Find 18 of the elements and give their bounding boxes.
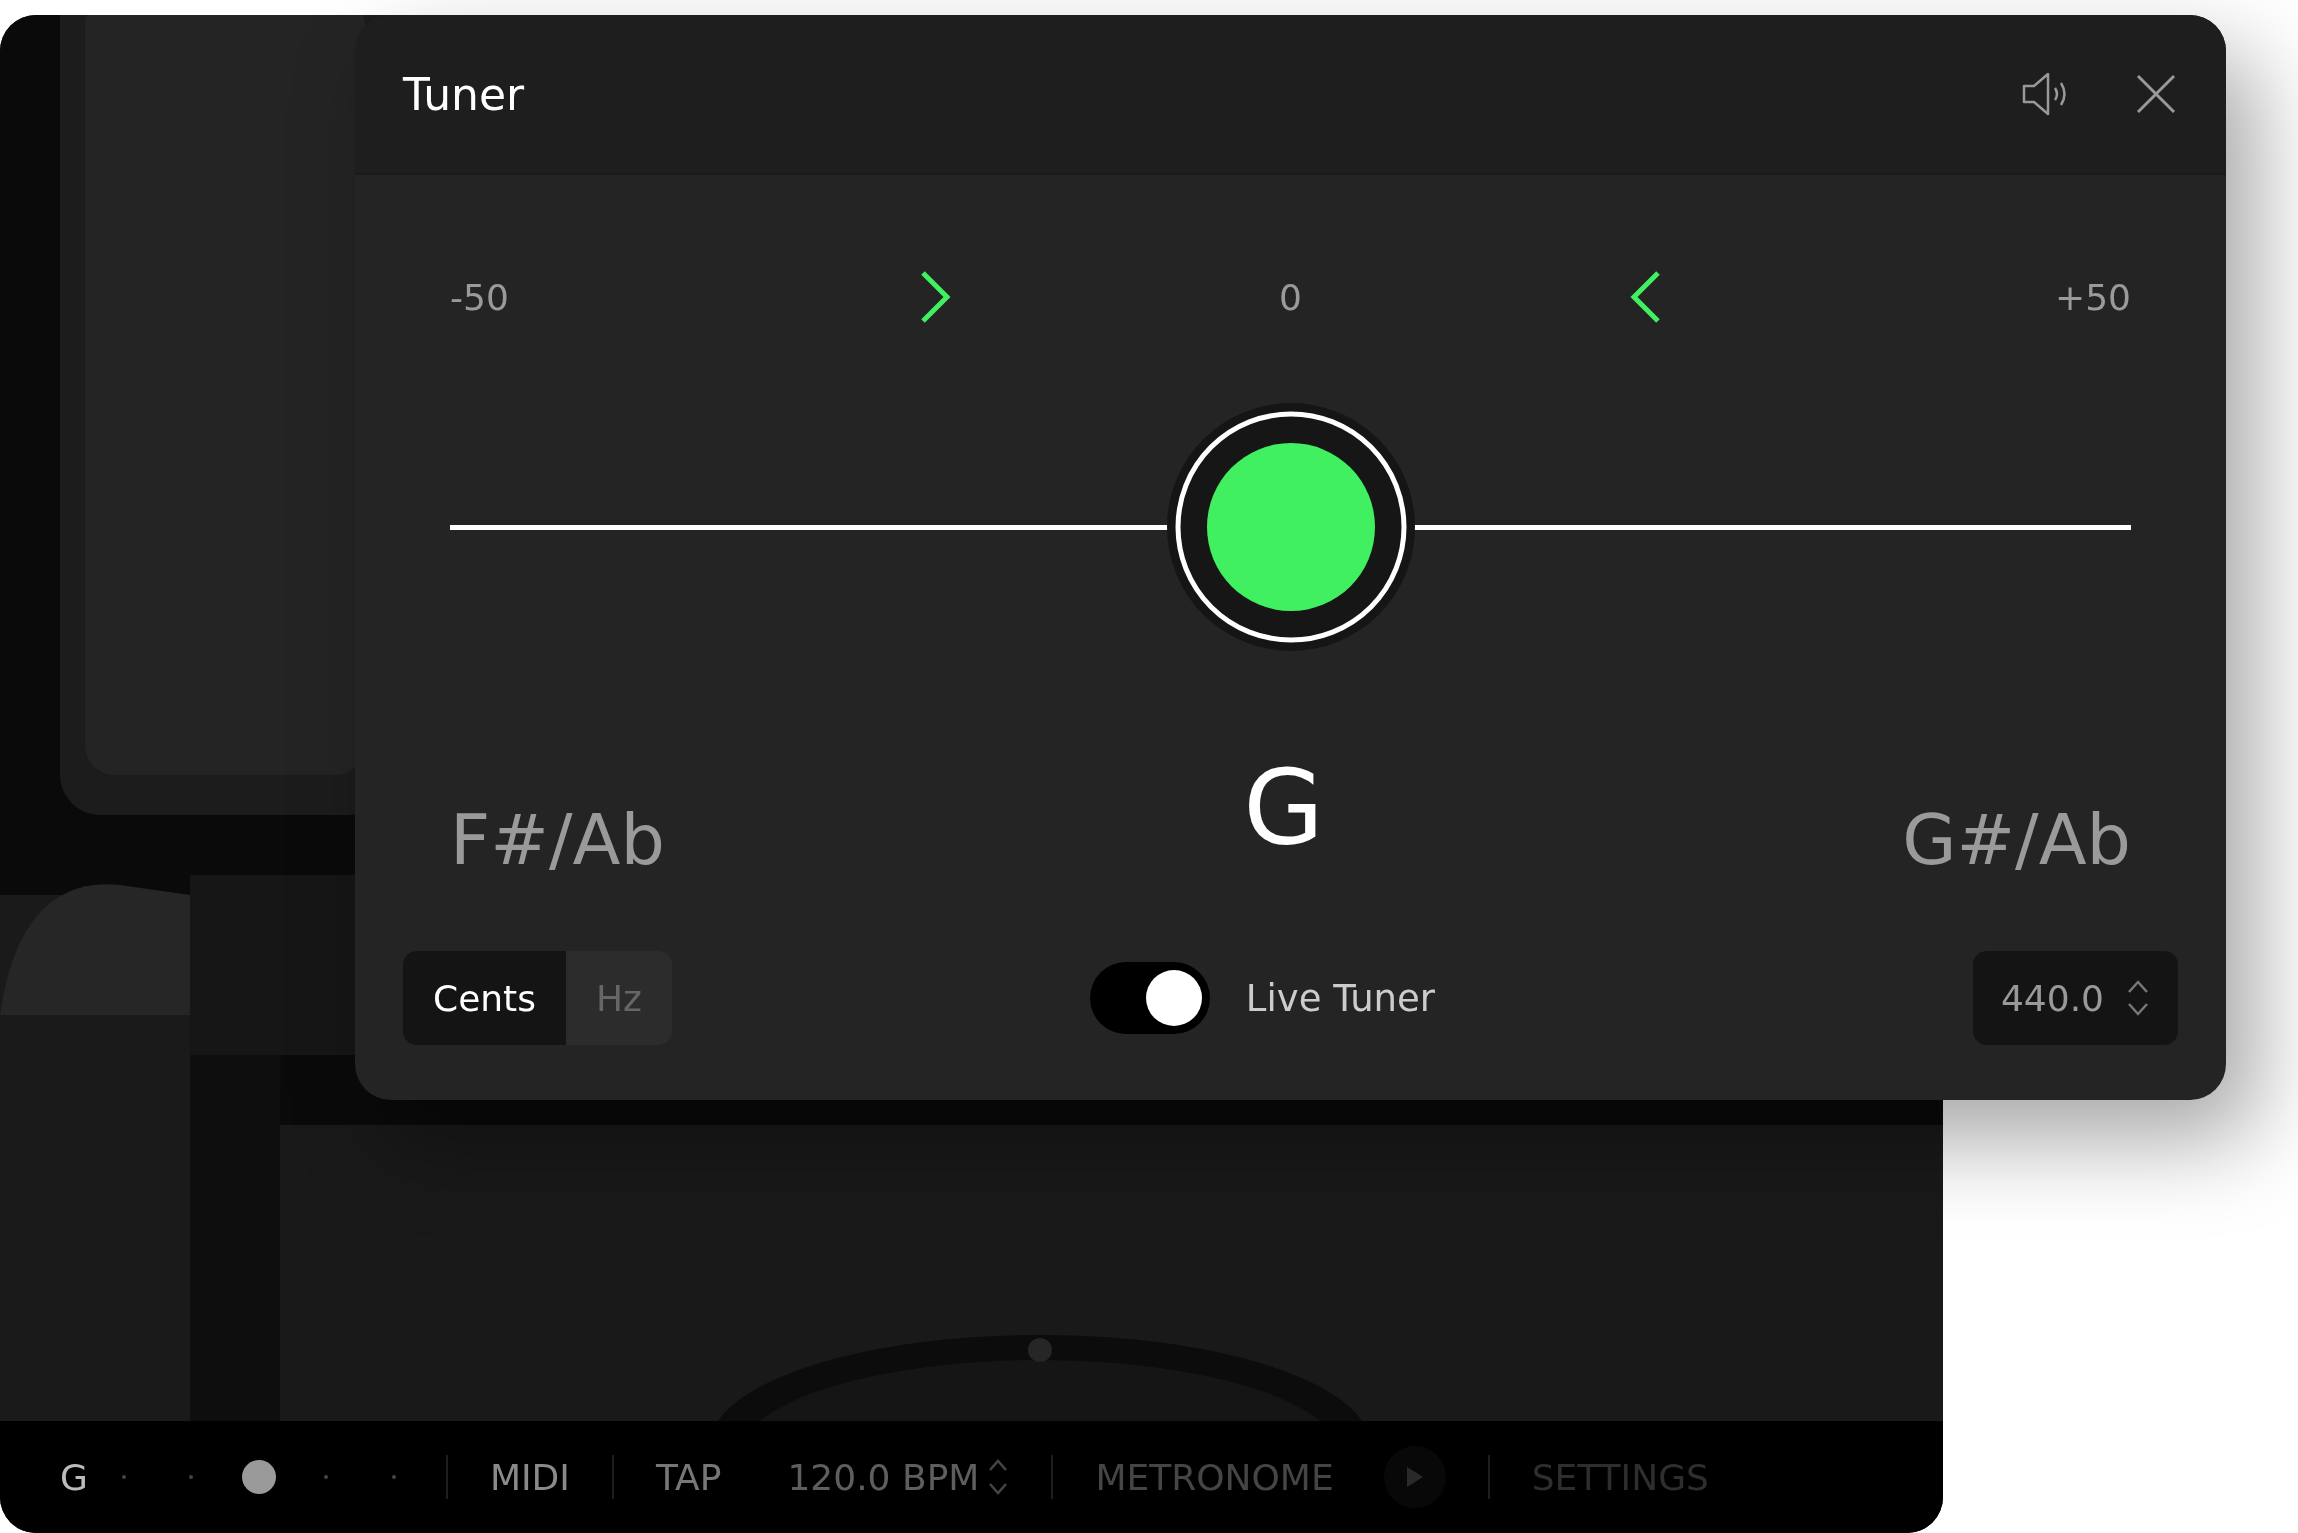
- unit-tab[interactable]: Hz: [566, 951, 672, 1045]
- tap-button[interactable]: TAP: [655, 1456, 722, 1498]
- scale-label: 0: [1279, 276, 1302, 318]
- note-label: G: [60, 1456, 88, 1498]
- scale-label: -50: [450, 276, 510, 318]
- reference-pitch-field[interactable]: 440.0: [1972, 951, 2178, 1045]
- tempo-value[interactable]: 120.0 BPM: [787, 1456, 980, 1498]
- play-icon: [1404, 1465, 1425, 1489]
- unit-tab[interactable]: Cents: [403, 951, 566, 1045]
- close-icon[interactable]: [2134, 72, 2178, 116]
- sharp-note: G#/Ab: [1902, 799, 2131, 881]
- flat-note: F#/Ab: [450, 799, 665, 881]
- midi-button[interactable]: MIDI: [489, 1456, 570, 1498]
- current-note: G: [1243, 747, 1324, 869]
- reference-value: 440.0: [2000, 977, 2104, 1019]
- toggle-label: Live Tuner: [1245, 976, 1436, 1020]
- panel-title: Tuner: [403, 68, 526, 120]
- scale-label: +50: [2054, 276, 2131, 318]
